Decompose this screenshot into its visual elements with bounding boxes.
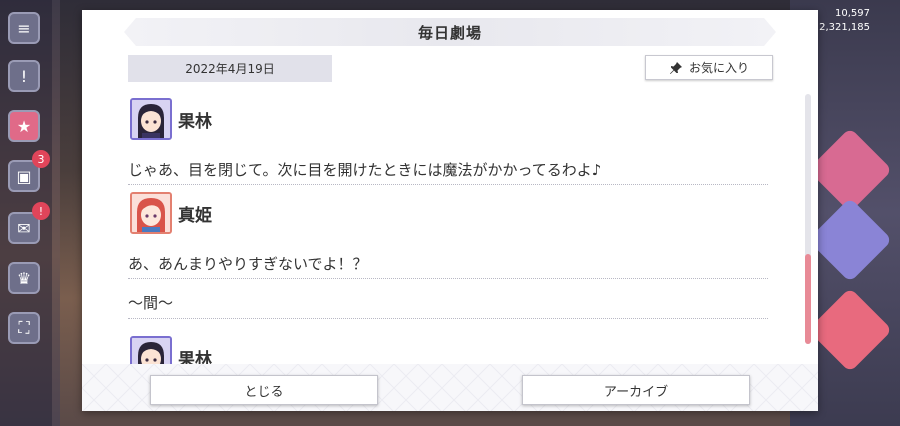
- left-menu-bar: ≡ ! ★ ▣ 3 ✉ ! ♛ ⛶: [0, 0, 52, 426]
- divider: [128, 184, 768, 185]
- chat-icon[interactable]: !: [8, 60, 40, 92]
- karin-avatar: [130, 98, 172, 140]
- speaker-row: 果林: [130, 98, 212, 140]
- gift-badge: 3: [32, 150, 50, 168]
- divider: [128, 278, 768, 279]
- karin-avatar: [130, 336, 172, 364]
- mail-badge: !: [32, 202, 50, 220]
- scrollbar-thumb[interactable]: [805, 254, 811, 344]
- fullscreen-icon[interactable]: ⛶: [8, 312, 40, 344]
- script-content: 果林 じゃあ、目を閉じて。次に目を開けたときには魔法がかかってるわよ♪ 真姫 あ…: [128, 94, 770, 364]
- divider: [128, 318, 768, 319]
- speaker-name: 果林: [178, 349, 212, 365]
- speaker-row: 真姫: [130, 192, 212, 234]
- speaker-name: 果林: [178, 111, 212, 132]
- narration-line: 〜間〜: [128, 294, 174, 312]
- menu-tile-red: [807, 287, 893, 373]
- trophy-icon[interactable]: ♛: [8, 262, 40, 294]
- speaker-row: 果林: [130, 336, 212, 364]
- pin-icon: [669, 61, 682, 74]
- currency-value: 10,597: [835, 8, 870, 19]
- scrollbar[interactable]: [805, 94, 811, 344]
- dialogue-line: あ、あんまりやりすぎないでよ！？: [128, 255, 368, 273]
- favorite-label: お気に入り: [688, 61, 749, 75]
- event-icon[interactable]: ★: [8, 110, 40, 142]
- points-value: 2,321,185: [819, 22, 870, 33]
- archive-button[interactable]: アーカイブ: [522, 375, 750, 405]
- close-button[interactable]: とじる: [150, 375, 378, 405]
- speaker-name: 真姫: [178, 205, 212, 226]
- hamburger-menu-icon[interactable]: ≡: [8, 12, 40, 44]
- daily-theater-dialog: 毎日劇場 2022年4月19日 お気に入り 果林 じゃあ、目を閉じて。次に目を開…: [82, 10, 818, 411]
- dialogue-line: じゃあ、目を閉じて。次に目を開けたときには魔法がかかってるわよ♪: [128, 161, 602, 179]
- dialog-footer: とじる アーカイブ: [82, 364, 818, 411]
- favorite-button[interactable]: お気に入り: [645, 55, 773, 80]
- date-label: 2022年4月19日: [128, 55, 332, 82]
- menu-tile-purple: [807, 197, 893, 283]
- dialog-title: 毎日劇場: [124, 18, 776, 46]
- maki-avatar: [130, 192, 172, 234]
